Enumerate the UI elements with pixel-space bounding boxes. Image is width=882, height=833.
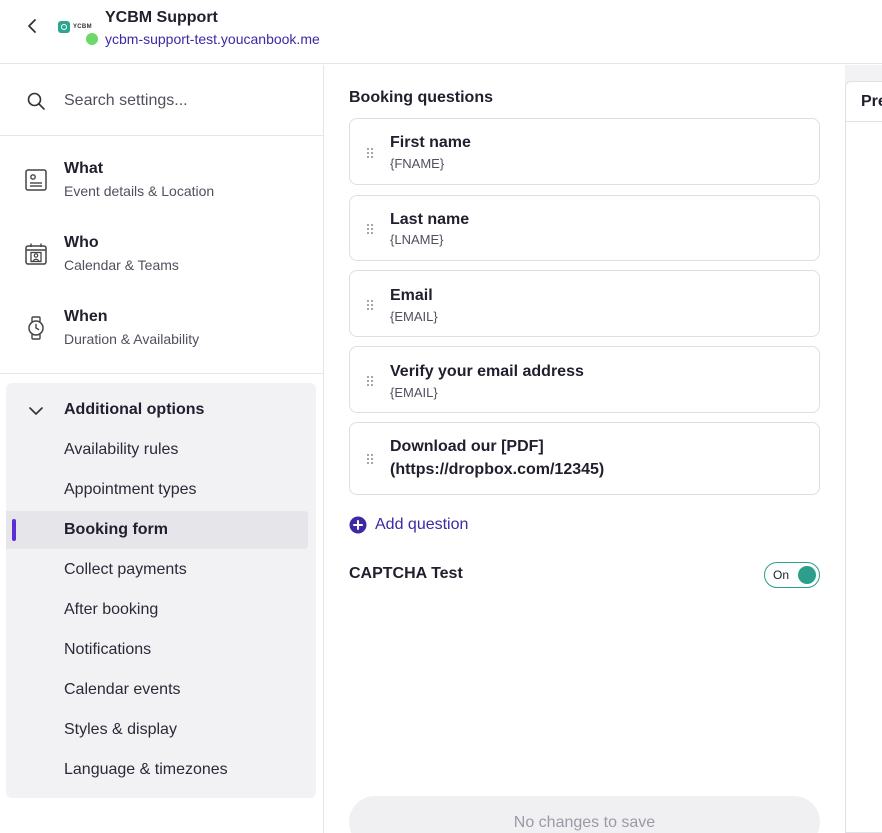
- question-card[interactable]: Email {EMAIL}: [349, 270, 820, 337]
- sidebar-item-label: After booking: [64, 601, 159, 618]
- account-url-link[interactable]: ycbm-support-test.youcanbook.me: [105, 31, 320, 47]
- sidebar-item-availability-rules[interactable]: Availability rules: [6, 431, 308, 469]
- captcha-toggle[interactable]: On: [764, 562, 820, 588]
- sidebar-item-when[interactable]: When Duration & Availability: [0, 293, 323, 363]
- additional-options-label: Additional options: [64, 401, 205, 418]
- question-token: {LNAME}: [390, 232, 444, 247]
- question-label: Download our [PDF]: [390, 438, 544, 455]
- sidebar-item-calendar-events[interactable]: Calendar events: [6, 671, 308, 709]
- drag-handle-icon[interactable]: [364, 222, 376, 236]
- sidebar-item-label: Styles & display: [64, 721, 177, 738]
- back-button[interactable]: [22, 16, 42, 36]
- top-header: YCBM YCBM Support ycbm-support-test.youc…: [0, 0, 882, 64]
- sidebar-item-who[interactable]: Who Calendar & Teams: [0, 219, 323, 289]
- additional-options-toggle[interactable]: Additional options: [6, 383, 316, 437]
- sidebar-item-label: Booking form: [64, 521, 168, 538]
- question-token: {FNAME}: [390, 156, 445, 171]
- sidebar-item-what[interactable]: What Event details & Location: [0, 145, 323, 215]
- sidebar-item-label: Calendar events: [64, 681, 181, 698]
- id-card-icon: [22, 166, 50, 194]
- question-label: First name: [390, 134, 471, 151]
- settings-sidebar: What Event details & Location Who Calend…: [0, 65, 324, 833]
- plus-circle-icon: [349, 516, 367, 534]
- booking-form-panel: Booking questions First name {FNAME} Las…: [325, 65, 845, 833]
- settings-search: [0, 65, 323, 136]
- save-button-label: No changes to save: [513, 814, 656, 831]
- status-dot-icon: [86, 33, 98, 45]
- sidebar-item-title: What: [64, 160, 104, 177]
- active-indicator: [12, 519, 16, 541]
- account-name: YCBM Support: [105, 9, 218, 26]
- drag-handle-icon[interactable]: [364, 298, 376, 312]
- watch-icon: [22, 314, 50, 342]
- question-label: Verify your email address: [390, 363, 584, 380]
- tab-preview[interactable]: Preview: [861, 93, 882, 111]
- sidebar-item-label: Notifications: [64, 641, 152, 658]
- question-token: {EMAIL}: [390, 309, 438, 324]
- sidebar-item-title: When: [64, 308, 108, 325]
- toggle-knob: [798, 566, 816, 584]
- toggle-state-label: On: [773, 568, 790, 582]
- sidebar-divider: [0, 373, 323, 374]
- sidebar-item-label: Appointment types: [64, 481, 197, 498]
- question-card[interactable]: Last name {LNAME}: [349, 195, 820, 261]
- sidebar-item-title: Who: [64, 234, 99, 251]
- question-card[interactable]: First name {FNAME}: [349, 118, 820, 185]
- sidebar-item-label: Collect payments: [64, 561, 187, 578]
- question-card[interactable]: Download our [PDF] (https://dropbox.com/…: [349, 422, 820, 495]
- preview-header: Preview: [846, 82, 882, 122]
- section-title: Booking questions: [349, 89, 493, 106]
- drag-handle-icon[interactable]: [364, 452, 376, 466]
- sidebar-item-label: Language & timezones: [64, 761, 228, 778]
- question-label: Last name: [390, 211, 470, 228]
- question-label-continued: (https://dropbox.com/12345): [390, 461, 605, 478]
- question-card[interactable]: Verify your email address {EMAIL}: [349, 346, 820, 413]
- sidebar-item-subtitle: Event details & Location: [64, 183, 215, 199]
- drag-handle-icon[interactable]: [364, 374, 376, 388]
- sidebar-item-appointment-types[interactable]: Appointment types: [6, 471, 308, 509]
- sidebar-item-subtitle: Calendar & Teams: [64, 257, 179, 273]
- logo-text: YCBM: [73, 24, 92, 30]
- sidebar-item-label: Availability rules: [64, 441, 179, 458]
- captcha-label: CAPTCHA Test: [349, 565, 463, 582]
- chevron-down-icon: [26, 401, 46, 421]
- ycbm-logo: YCBM: [58, 20, 98, 34]
- sidebar-item-notifications[interactable]: Notifications: [6, 631, 308, 669]
- sidebar-item-after-booking[interactable]: After booking: [6, 591, 308, 629]
- sidebar-item-subtitle: Duration & Availability: [64, 331, 200, 347]
- preview-panel: Preview: [845, 81, 882, 833]
- search-input[interactable]: [64, 89, 304, 113]
- sidebar-item-collect-payments[interactable]: Collect payments: [6, 551, 308, 589]
- calendar-person-icon: [22, 240, 50, 268]
- drag-handle-icon[interactable]: [364, 146, 376, 160]
- save-button[interactable]: No changes to save: [349, 796, 820, 833]
- add-question-button[interactable]: Add question: [349, 514, 468, 536]
- question-label: Email: [390, 287, 433, 304]
- sidebar-item-language-timezones[interactable]: Language & timezones: [6, 751, 308, 789]
- sidebar-item-styles-display[interactable]: Styles & display: [6, 711, 308, 749]
- search-icon: [27, 92, 45, 110]
- additional-options-panel: Additional options Availability rules Ap…: [6, 383, 316, 798]
- question-token: {EMAIL}: [390, 385, 438, 400]
- sidebar-item-booking-form[interactable]: Booking form: [6, 511, 308, 549]
- add-question-label: Add question: [375, 516, 469, 533]
- logo-mark-icon: [58, 21, 70, 33]
- chevron-left-icon: [28, 19, 36, 33]
